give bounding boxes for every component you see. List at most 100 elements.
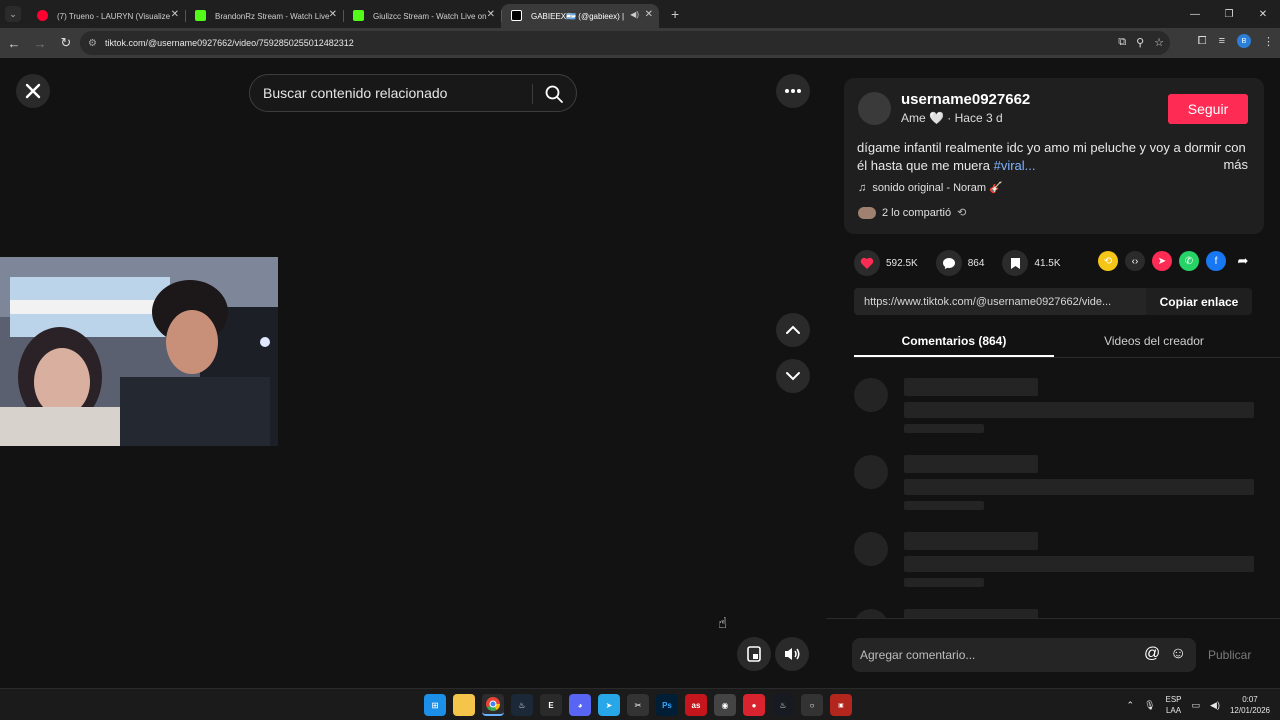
lastfm-icon[interactable]: as: [685, 694, 707, 716]
obs-icon[interactable]: ◉: [714, 694, 736, 716]
search-icon[interactable]: [544, 84, 564, 104]
telegram-icon[interactable]: ➤: [598, 694, 620, 716]
heart-icon: [854, 250, 880, 276]
comment-input[interactable]: Agregar comentario... @ ☺: [852, 638, 1196, 672]
clock[interactable]: 0:07 12/01/2026: [1230, 694, 1270, 716]
bookmark-star-icon[interactable]: ☆: [1154, 36, 1164, 49]
close-window-icon[interactable]: ✕: [1246, 0, 1280, 28]
browser-tab-kick-brandon[interactable]: BrandonRz Stream - Watch Live ✕: [185, 4, 343, 28]
close-video-button[interactable]: [16, 74, 50, 108]
copy-link-button[interactable]: Copiar enlace: [1146, 288, 1252, 315]
floating-player-button[interactable]: [737, 637, 771, 671]
chevron-up-icon: [786, 325, 800, 334]
panel-tabs: Comentarios (864) Videos del creador: [854, 326, 1280, 358]
photoshop-icon[interactable]: Ps: [656, 694, 678, 716]
chevron-down-icon: [786, 372, 800, 381]
reposted-by[interactable]: 2 lo compartió ⟲: [858, 206, 966, 219]
comment-skeleton: [854, 532, 1254, 602]
comment-button[interactable]: 864: [935, 250, 984, 276]
back-icon[interactable]: ←: [2, 31, 26, 55]
rec-indicator-icon[interactable]: ○: [801, 694, 823, 716]
discord-icon[interactable]: ◕: [569, 694, 591, 716]
previous-video-button[interactable]: [776, 313, 810, 347]
repost-share-icon[interactable]: ⟲: [1098, 251, 1118, 271]
media-control-icon[interactable]: ≡: [1219, 35, 1225, 47]
page-viewport: Buscar contenido relacionado ☝ username0…: [0, 58, 1280, 688]
follow-button[interactable]: Seguir: [1168, 94, 1248, 124]
capcut-icon[interactable]: ✂: [627, 694, 649, 716]
window-controls: — ❐ ✕: [1178, 0, 1280, 28]
steam-icon[interactable]: ♨: [511, 694, 533, 716]
music-link[interactable]: ♫ sonido original - Noram 🎸: [858, 181, 1003, 194]
youtube-favicon-icon: [37, 10, 48, 21]
browser-tab-kick-giulizcc[interactable]: Giulizcc Stream - Watch Live on ✕: [343, 4, 501, 28]
like-button[interactable]: 592.5K: [854, 250, 918, 276]
chrome-icon[interactable]: [482, 694, 504, 716]
clock-date: 12/01/2026: [1229, 706, 1270, 715]
tab-comments[interactable]: Comentarios (864): [854, 326, 1054, 357]
game-launcher-icon[interactable]: ▣: [830, 694, 852, 716]
network-icon[interactable]: ▭: [1192, 700, 1201, 711]
close-tab-icon[interactable]: ✕: [329, 9, 337, 20]
language-indicator[interactable]: ESP LAA: [1166, 694, 1182, 716]
microphone-icon[interactable]: 🎙: [1144, 700, 1155, 711]
browser-tab-tiktok[interactable]: GABIEEX🇦🇷 (@gabieex) | ◀) ✕: [501, 4, 659, 28]
video-player-area[interactable]: Buscar contenido relacionado ☝: [0, 58, 826, 688]
install-app-icon[interactable]: ⧉: [1118, 36, 1126, 49]
speaker-icon[interactable]: ◀): [630, 10, 639, 19]
restore-icon[interactable]: ❐: [1212, 0, 1246, 28]
record-app-icon[interactable]: ●: [743, 694, 765, 716]
avatar[interactable]: [858, 92, 891, 125]
new-tab-icon[interactable]: +: [671, 6, 679, 22]
mention-icon[interactable]: @: [1144, 645, 1160, 663]
system-tray: ⌃ 🎙 ESP LAA ▭ ◀) 0:07 12/01/2026: [1127, 694, 1270, 716]
tab-search-icon[interactable]: ⌄: [5, 6, 21, 22]
like-count: 592.5K: [886, 257, 918, 269]
hashtag-link[interactable]: #viral...: [994, 158, 1036, 173]
related-search-bar[interactable]: Buscar contenido relacionado: [249, 74, 577, 112]
menu-kebab-icon[interactable]: ⋮: [1263, 35, 1274, 48]
close-icon: [25, 83, 41, 99]
whatsapp-icon[interactable]: ✆: [1179, 251, 1199, 271]
see-more-link[interactable]: más: [1223, 157, 1248, 172]
zoom-icon[interactable]: ⚲: [1136, 36, 1144, 49]
file-explorer-icon[interactable]: [453, 694, 475, 716]
video-link-text[interactable]: https://www.tiktok.com/@username0927662/…: [854, 296, 1146, 308]
emoji-icon[interactable]: ☺: [1170, 645, 1186, 663]
share-arrow-icon[interactable]: ➦: [1233, 251, 1253, 271]
facebook-icon[interactable]: f: [1206, 251, 1226, 271]
comment-skeleton: [854, 455, 1254, 525]
streamer-webcam-overlay: [0, 257, 278, 446]
close-tab-icon[interactable]: ✕: [487, 9, 495, 20]
more-options-button[interactable]: [776, 74, 810, 108]
steam-client-icon[interactable]: ♨: [772, 694, 794, 716]
close-tab-icon[interactable]: ✕: [171, 9, 179, 20]
music-note-icon: ♫: [858, 182, 867, 194]
comment-placeholder: Agregar comentario...: [860, 648, 976, 662]
epic-games-icon[interactable]: E: [540, 694, 562, 716]
sound-icon[interactable]: ◀): [1210, 700, 1220, 711]
send-to-friend-icon[interactable]: ➤: [1152, 251, 1172, 271]
url-text: tiktok.com/@username0927662/video/759285…: [104, 38, 354, 48]
extensions-icon[interactable]: ⧠: [1198, 35, 1207, 48]
forward-icon[interactable]: →: [28, 31, 52, 55]
publish-button[interactable]: Publicar: [1208, 648, 1251, 662]
minimize-icon[interactable]: —: [1178, 0, 1212, 28]
creator-username[interactable]: username0927662: [901, 91, 1030, 108]
hand-cursor-icon: ☝: [718, 615, 728, 632]
save-button[interactable]: 41.5K: [1002, 250, 1061, 276]
windows-start-icon[interactable]: ⊞: [424, 694, 446, 716]
embed-code-icon[interactable]: ‹›: [1125, 251, 1145, 271]
address-bar[interactable]: ⚙ tiktok.com/@username0927662/video/7592…: [80, 31, 1170, 55]
search-input[interactable]: Buscar contenido relacionado: [263, 85, 447, 101]
reload-icon[interactable]: ↻: [54, 31, 78, 55]
volume-button[interactable]: [775, 637, 809, 671]
browser-tab-strip: ⌄ (7) Trueno - LAURYN (Visualize ✕ Brand…: [0, 0, 1280, 28]
tray-overflow-icon[interactable]: ⌃: [1127, 700, 1135, 711]
tab-creator-videos[interactable]: Videos del creador: [1054, 326, 1254, 357]
close-tab-icon[interactable]: ✕: [645, 9, 653, 20]
profile-avatar-icon[interactable]: B: [1237, 34, 1251, 48]
site-info-icon[interactable]: ⚙: [88, 38, 97, 49]
next-video-button[interactable]: [776, 359, 810, 393]
browser-tab-youtube[interactable]: (7) Trueno - LAURYN (Visualize ✕: [27, 4, 185, 28]
